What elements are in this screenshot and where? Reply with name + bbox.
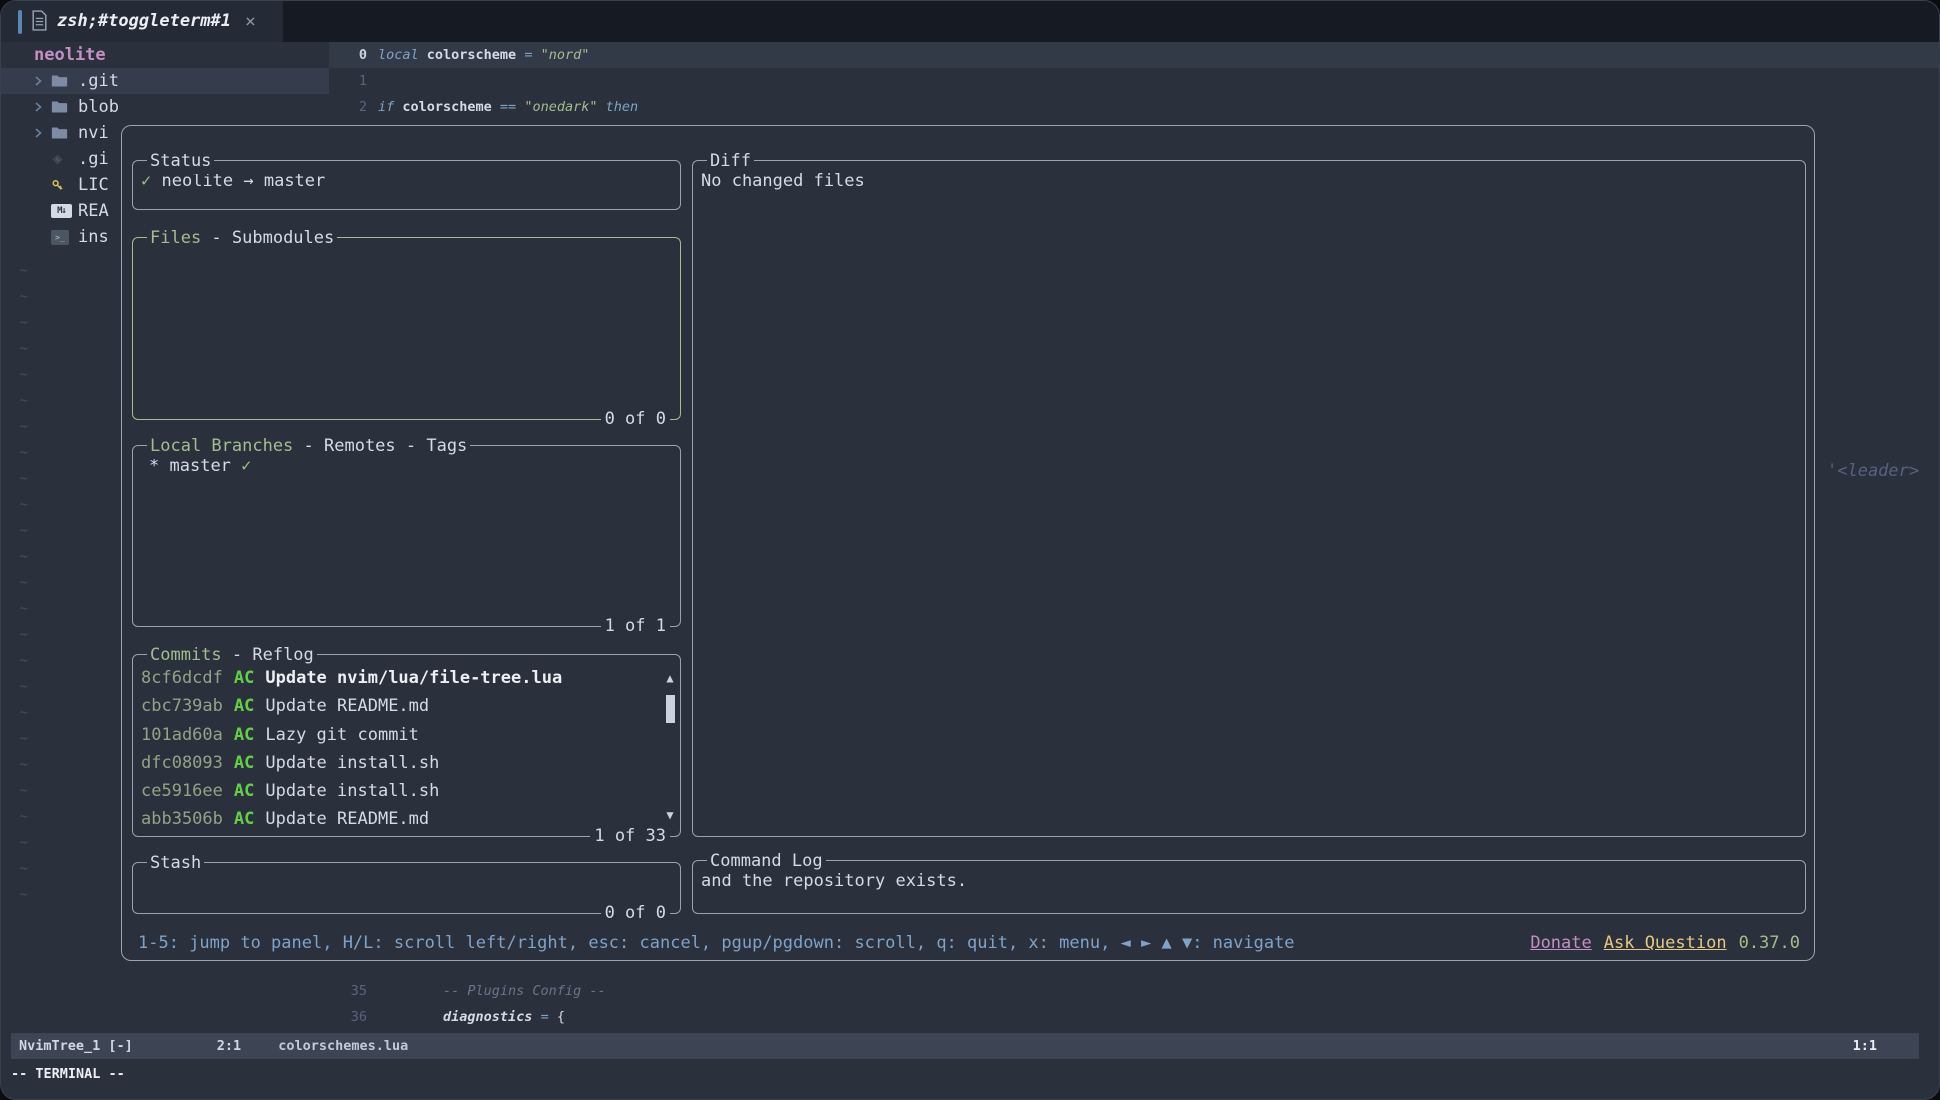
tree-item-label: blob bbox=[78, 97, 119, 117]
line-number: 36 bbox=[329, 1004, 367, 1030]
lazygit-float-window: Status ✓ neolite → master Files - Submod… bbox=[121, 125, 1815, 961]
sidebar-tildes: ~~~~~~~~~~~~~~~~~~~~~~~~~ bbox=[19, 257, 28, 907]
editor-buffer-bottom: 35 -- Plugins Config -- 36 diagnostics =… bbox=[329, 978, 1939, 1030]
repo-branch: neolite → master bbox=[162, 171, 326, 191]
check-icon: ✓ bbox=[241, 456, 251, 476]
tab-title: zsh;#toggleterm#1 bbox=[57, 1, 231, 42]
editor-buffer-top: 0 local colorscheme = "nord" 1 2 if colo… bbox=[329, 42, 1939, 120]
commits-panel[interactable]: Commits - Reflog 8cf6dcdfACUpdate nvim/l… bbox=[132, 654, 681, 837]
stash-panel-title: Stash bbox=[147, 850, 204, 876]
stash-panel[interactable]: Stash 0 of 0 bbox=[132, 862, 681, 914]
line-number: 35 bbox=[329, 978, 367, 1004]
diff-panel-title: Diff bbox=[707, 148, 754, 174]
keybar-hints: 1-5: jump to panel, H/L: scroll left/rig… bbox=[138, 933, 1295, 953]
scrollbar-thumb[interactable] bbox=[666, 695, 675, 723]
terminal-icon: >_ bbox=[51, 230, 78, 245]
chevron-right-icon bbox=[32, 75, 51, 87]
branches-panel[interactable]: Local Branches - Remotes - Tags * master… bbox=[132, 445, 681, 627]
editor-line: 1 bbox=[329, 68, 1939, 94]
diff-content: No changed files bbox=[693, 161, 1805, 201]
branches-panel-title: Local Branches - Remotes - Tags bbox=[147, 433, 470, 459]
line-number: 1 bbox=[329, 68, 367, 94]
editor-line: 36 diagnostics = { bbox=[329, 1004, 1939, 1030]
markdown-icon: M↓ bbox=[51, 204, 78, 218]
check-icon: ✓ bbox=[141, 171, 151, 191]
code-text: if colorscheme == "onedark" then bbox=[378, 94, 638, 120]
file-name: colorschemes.lua bbox=[278, 1038, 408, 1054]
tree-item-blob[interactable]: blob bbox=[1, 94, 329, 120]
commit-row[interactable]: ce5916eeACUpdate install.sh bbox=[133, 777, 680, 805]
tab-accent-bar bbox=[18, 10, 22, 34]
chevron-right-icon bbox=[32, 127, 51, 139]
donate-link[interactable]: Donate bbox=[1530, 933, 1591, 953]
files-panel[interactable]: Files - Submodules 0 of 0 bbox=[132, 237, 681, 420]
files-count: 0 of 0 bbox=[601, 406, 670, 432]
ask-question-link[interactable]: Ask Question bbox=[1604, 933, 1727, 953]
scroll-up-icon[interactable]: ▲ bbox=[663, 671, 677, 685]
chevron-right-icon bbox=[32, 101, 51, 113]
files-panel-title: Files - Submodules bbox=[147, 225, 337, 251]
folder-icon bbox=[51, 100, 78, 114]
branch-star: * bbox=[149, 456, 159, 476]
scroll-down-icon[interactable]: ▼ bbox=[663, 808, 677, 822]
version-label: 0.37.0 bbox=[1739, 933, 1800, 953]
status-panel[interactable]: Status ✓ neolite → master bbox=[132, 160, 681, 210]
commit-row[interactable]: 8cf6dcdfACUpdate nvim/lua/file-tree.lua bbox=[133, 664, 680, 692]
command-log-content: and the repository exists. bbox=[693, 861, 1805, 901]
commits-scrollbar[interactable]: ▲ ▼ bbox=[663, 655, 677, 836]
editor-line: 35 -- Plugins Config -- bbox=[329, 978, 1939, 1004]
line-number: 0 bbox=[329, 42, 367, 68]
tree-item-label: ins bbox=[78, 227, 109, 247]
folder-icon bbox=[51, 126, 78, 140]
git-icon bbox=[51, 153, 78, 166]
status-content: ✓ neolite → master bbox=[133, 161, 680, 201]
command-log-title: Command Log bbox=[707, 848, 826, 874]
code-text: local colorscheme = "nord" bbox=[378, 42, 589, 68]
terminal-window: zsh;#toggleterm#1 × neolite .git blob nv… bbox=[0, 0, 1940, 1100]
editor-line: 0 local colorscheme = "nord" bbox=[329, 42, 1939, 68]
cursor-position-right: 1:1 bbox=[1853, 1038, 1877, 1054]
tree-item-label: REA bbox=[78, 201, 109, 221]
tab-close-icon[interactable]: × bbox=[245, 1, 256, 42]
line-number: 2 bbox=[329, 94, 367, 120]
mode-indicator: -- TERMINAL -- bbox=[11, 1061, 125, 1087]
command-log-panel[interactable]: Command Log and the repository exists. bbox=[692, 860, 1806, 914]
tree-item-git[interactable]: .git bbox=[1, 68, 329, 94]
keybinding-bar: 1-5: jump to panel, H/L: scroll left/rig… bbox=[138, 928, 1800, 958]
tree-item-label: .git bbox=[78, 71, 119, 91]
tree-root[interactable]: neolite bbox=[1, 42, 329, 68]
statusline: NvimTree_1 [-] 2:1 colorschemes.lua 1:1 bbox=[11, 1033, 1919, 1059]
tree-item-label: .gi bbox=[78, 149, 109, 169]
tree-item-label: nvi bbox=[78, 123, 109, 143]
commit-row[interactable]: dfc08093ACUpdate install.sh bbox=[133, 749, 680, 777]
stash-count: 0 of 0 bbox=[601, 900, 670, 926]
branches-count: 1 of 1 bbox=[601, 613, 670, 639]
cursor-position-left: 2:1 bbox=[217, 1038, 241, 1054]
branch-name: master bbox=[170, 456, 231, 476]
folder-icon bbox=[51, 74, 78, 88]
diff-panel[interactable]: Diff No changed files bbox=[692, 160, 1806, 837]
code-text: diagnostics = { bbox=[378, 1004, 565, 1030]
code-text: -- Plugins Config -- bbox=[378, 978, 606, 1004]
commits-count: 1 of 33 bbox=[590, 823, 670, 849]
status-panel-title: Status bbox=[147, 148, 214, 174]
editor-line: 2 if colorscheme == "onedark" then bbox=[329, 94, 1939, 120]
editor-text-fragment: '<leader> bbox=[1827, 458, 1919, 484]
key-icon bbox=[51, 179, 78, 192]
commits-panel-title: Commits - Reflog bbox=[147, 642, 317, 668]
commit-row[interactable]: cbc739abACUpdate README.md bbox=[133, 692, 680, 720]
active-tab[interactable]: zsh;#toggleterm#1 × bbox=[1, 1, 283, 42]
commit-row[interactable]: 101ad60aACLazy git commit bbox=[133, 721, 680, 749]
tabline: zsh;#toggleterm#1 × bbox=[1, 1, 1940, 42]
buffer-name: NvimTree_1 [-] bbox=[19, 1038, 133, 1054]
file-icon bbox=[31, 10, 48, 35]
tree-item-label: LIC bbox=[78, 175, 109, 195]
